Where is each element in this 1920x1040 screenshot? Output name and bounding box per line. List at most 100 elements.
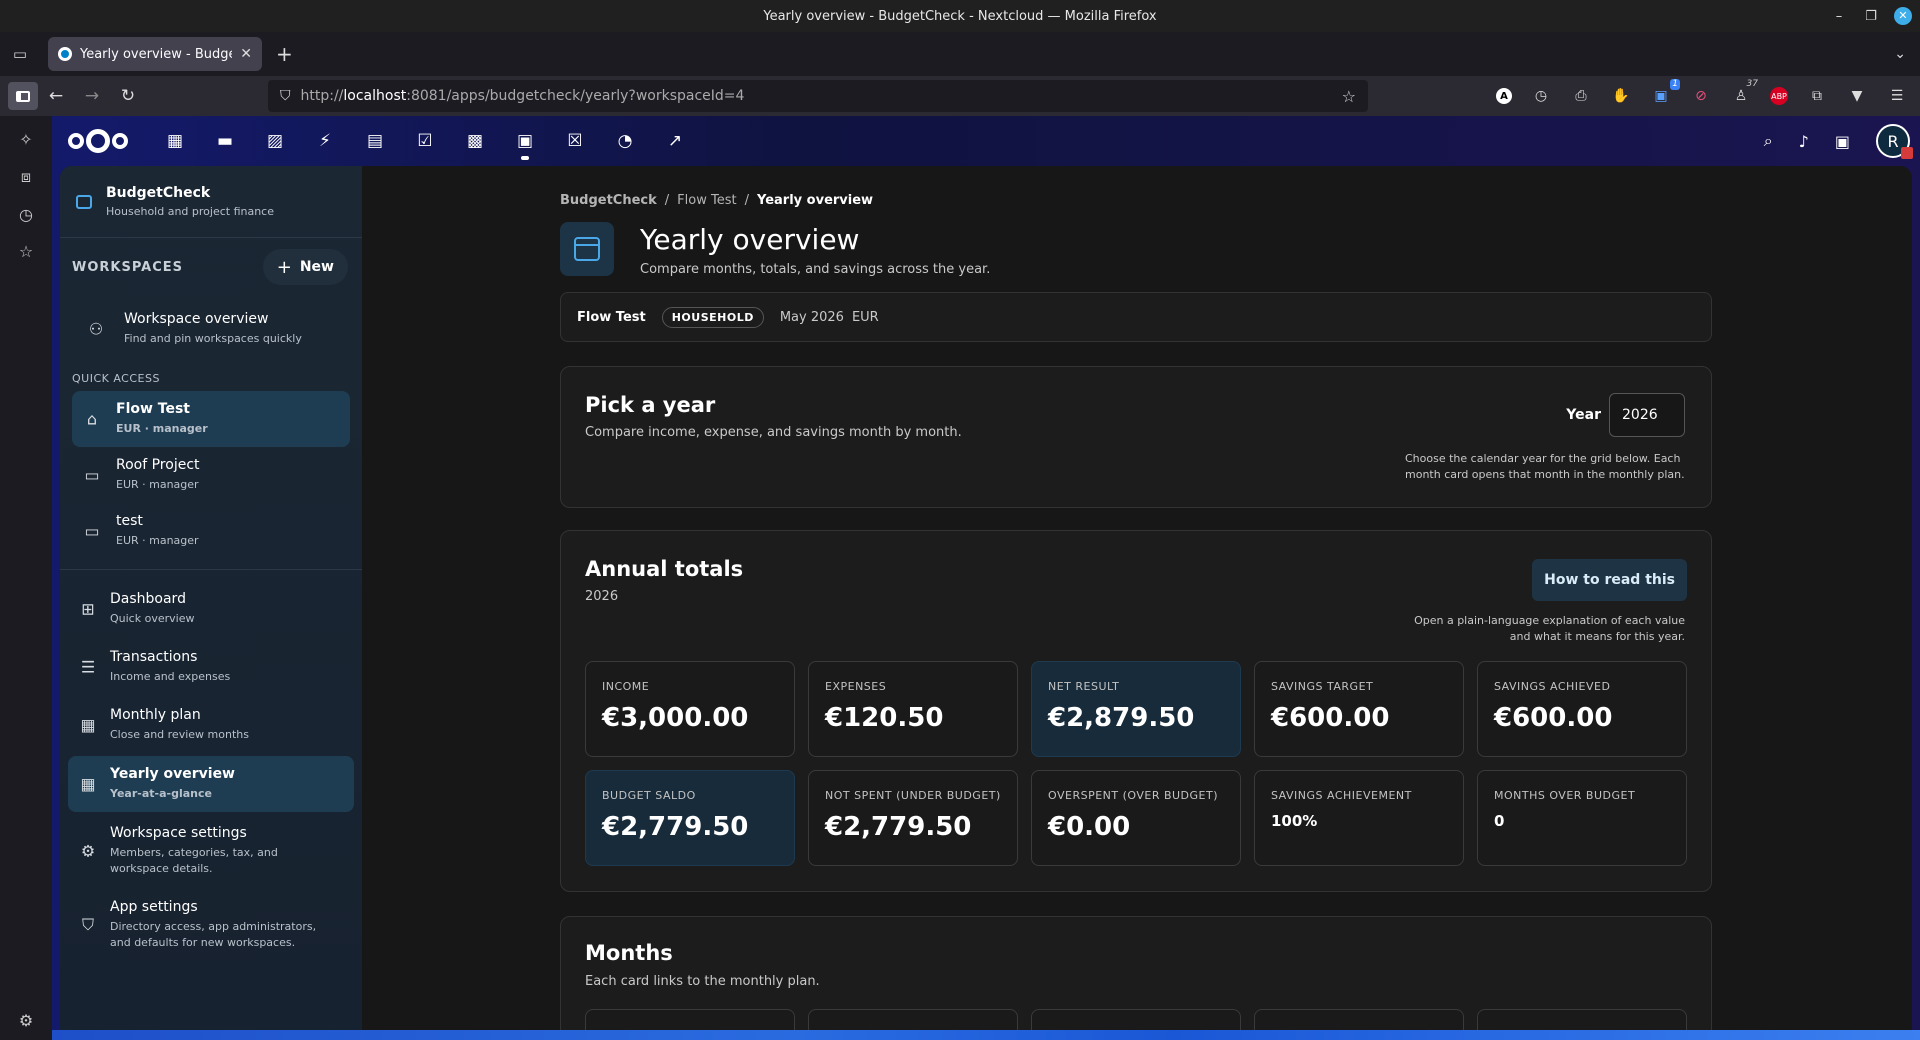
adblock-icon[interactable]: ABP <box>1770 87 1788 105</box>
print-icon[interactable]: ⎙ <box>1570 85 1592 107</box>
stat-overspent: OVERSPENT (OVER BUDGET) €0.00 <box>1031 770 1241 866</box>
window-controls: – ❐ ✕ <box>1830 0 1912 32</box>
sidebar-item-test[interactable]: ▭ test EUR · manager <box>72 503 350 559</box>
menu-hamburger-icon[interactable]: ☰ <box>1886 85 1908 107</box>
breadcrumb-app[interactable]: BudgetCheck <box>560 193 657 208</box>
briefcase-icon: ▭ <box>84 465 100 485</box>
history-icon[interactable]: ◷ <box>15 205 37 224</box>
calendar-clock-icon: ▦ <box>80 774 96 794</box>
checklist-app-icon[interactable]: ☒ <box>550 116 600 166</box>
grid-icon: ⊞ <box>81 599 95 619</box>
sidebar-item-yearly-overview[interactable]: ▦ Yearly overview Year-at-a-glance <box>68 756 354 812</box>
pick-year-card: Pick a year Compare income, expense, and… <box>560 366 1712 508</box>
tab-list-icon[interactable]: ▭ <box>0 45 40 63</box>
month-card[interactable] <box>808 1009 1018 1030</box>
extension-clock-icon[interactable]: ◷ <box>1530 85 1552 107</box>
year-input[interactable] <box>1609 393 1685 437</box>
months-card: Months Each card links to the monthly pl… <box>560 916 1712 1030</box>
bookmarks-icon[interactable]: ☆ <box>15 242 37 261</box>
deck-app-icon[interactable]: ▩ <box>450 116 500 166</box>
browser-tabbar: ▭ Yearly overview - BudgetCh ✕ + ⌄ <box>0 32 1920 76</box>
search-icon[interactable]: ⌕ <box>1764 131 1773 151</box>
files-app-icon[interactable]: ▬ <box>200 116 250 166</box>
extension-person-icon[interactable]: ♙ 37 <box>1730 79 1758 107</box>
app-brand: BudgetCheck Household and project financ… <box>60 166 362 238</box>
shield-icon[interactable]: ⛉ <box>280 88 291 104</box>
workspaces-header: WORKSPACES + New <box>60 238 362 296</box>
back-icon[interactable]: ← <box>38 86 74 106</box>
sidebar-item-transactions[interactable]: ☰ Transactions Income and expenses <box>68 638 354 696</box>
sidebar-item-app-settings[interactable]: ⛉ App settings Directory access, app adm… <box>68 888 354 962</box>
avatar[interactable]: R <box>1876 124 1913 159</box>
app-menu: ▦ ▬ ▨ ⚡ ▤ ☑ ▩ ▣ ☒ ◔ ↗ <box>150 116 700 166</box>
month-card[interactable] <box>1031 1009 1241 1030</box>
calendar-icon: ▦ <box>80 715 96 735</box>
close-window-icon[interactable]: ✕ <box>1894 7 1912 25</box>
background-wave <box>52 1030 1920 1040</box>
minimize-icon[interactable]: – <box>1830 9 1848 24</box>
new-tab-icon[interactable]: + <box>276 42 293 66</box>
dashboard-app-icon[interactable]: ▦ <box>150 116 200 166</box>
months-title: Months <box>585 941 673 965</box>
bookmark-star-icon[interactable]: ☆ <box>1342 87 1356 106</box>
app-tagline: Household and project finance <box>106 205 275 218</box>
sidebar-item-monthly-plan[interactable]: ▦ Monthly plan Close and review months <box>68 696 354 754</box>
sidebar-item-flow-test[interactable]: ⌂ Flow Test EUR · manager <box>72 391 350 447</box>
extensions-puzzle-icon[interactable]: ⧉ <box>1806 85 1828 107</box>
month-card[interactable] <box>1477 1009 1687 1030</box>
pick-year-title: Pick a year <box>585 393 716 417</box>
stat-not-spent: NOT SPENT (UNDER BUDGET) €2,779.50 <box>808 770 1018 866</box>
sidebar-item-workspace-overview[interactable]: ⚇ Workspace overview Find and pin worksp… <box>68 300 354 358</box>
time-app-icon[interactable]: ◔ <box>600 116 650 166</box>
url-text[interactable]: http://localhost:8081/apps/budgetcheck/y… <box>301 88 745 104</box>
photos-app-icon[interactable]: ▨ <box>250 116 300 166</box>
breadcrumb-workspace[interactable]: Flow Test <box>677 193 736 208</box>
gear-icon: ⚙ <box>80 841 96 861</box>
months-subtitle: Each card links to the monthly plan. <box>585 974 820 989</box>
extension-block-icon[interactable]: ⊘ <box>1690 85 1712 107</box>
activity-app-icon[interactable]: ⚡ <box>300 116 350 166</box>
briefcase-icon: ▭ <box>84 521 100 541</box>
budgetcheck-app-icon[interactable]: ▣ <box>500 116 550 166</box>
customize-sidebar-gear-icon[interactable]: ⚙ <box>15 1011 37 1030</box>
notifications-bell-icon[interactable]: ♪ <box>1799 132 1809 151</box>
calendar-app-icon[interactable]: ▤ <box>350 116 400 166</box>
forward-icon[interactable]: → <box>74 86 110 106</box>
nextcloud-header: ▦ ▬ ▨ ⚡ ▤ ☑ ▩ ▣ ☒ ◔ ↗ ⌕ ♪ ▣ R <box>52 116 1920 166</box>
extension-container-icon[interactable]: ▣ 1 <box>1650 79 1680 107</box>
sidebar-toggle-icon[interactable] <box>8 82 38 110</box>
nextcloud-logo[interactable] <box>68 127 132 155</box>
workspaces-label: WORKSPACES <box>72 259 184 275</box>
plus-icon: + <box>276 256 292 278</box>
analytics-app-icon[interactable]: ↗ <box>650 116 700 166</box>
month-card[interactable] <box>1254 1009 1464 1030</box>
close-tab-icon[interactable]: ✕ <box>240 46 252 62</box>
chevron-down-icon[interactable]: ⌄ <box>1894 46 1906 62</box>
tasks-app-icon[interactable]: ☑ <box>400 116 450 166</box>
breadcrumb: BudgetCheck / Flow Test / Yearly overvie… <box>560 193 874 208</box>
how-to-read-button[interactable]: How to read this <box>1532 559 1687 601</box>
synced-tabs-icon[interactable]: ⧈ <box>15 167 37 187</box>
ai-sparkle-icon[interactable]: ✧ <box>15 130 37 149</box>
extension-red-hand-icon[interactable]: ✋ <box>1610 85 1632 107</box>
app-name: BudgetCheck <box>106 185 211 201</box>
extension-a-icon[interactable]: A <box>1496 88 1512 104</box>
contacts-icon[interactable]: ▣ <box>1835 132 1850 151</box>
header-right: ⌕ ♪ ▣ R <box>1764 116 1913 166</box>
sidebar-item-roof-project[interactable]: ▭ Roof Project EUR · manager <box>72 447 350 503</box>
extensions-toolbar: A ◷ ⎙ ✋ ▣ 1 ⊘ ♙ 37 ABP ⧉ ▼ ☰ <box>1496 76 1908 116</box>
sidebar-item-workspace-settings[interactable]: ⚙ Workspace settings Members, categories… <box>68 814 354 888</box>
context-workspace: Flow Test <box>577 309 646 325</box>
browser-tab[interactable]: Yearly overview - BudgetCh ✕ <box>48 37 262 71</box>
new-workspace-button[interactable]: + New <box>262 249 348 285</box>
month-card[interactable] <box>585 1009 795 1030</box>
extension-v-icon[interactable]: ▼ <box>1846 85 1868 107</box>
reload-icon[interactable]: ↻ <box>110 86 146 106</box>
tab-title: Yearly overview - BudgetCh <box>80 46 232 62</box>
url-bar[interactable]: ⛉ http://localhost:8081/apps/budgetcheck… <box>268 80 1368 112</box>
workspace-type-badge: HOUSEHOLD <box>661 306 764 328</box>
restore-icon[interactable]: ❐ <box>1862 9 1880 24</box>
sidebar-item-dashboard[interactable]: ⊞ Dashboard Quick overview <box>68 580 354 638</box>
pick-year-subtitle: Compare income, expense, and savings mon… <box>585 425 962 440</box>
nextcloud-app: ▦ ▬ ▨ ⚡ ▤ ☑ ▩ ▣ ☒ ◔ ↗ ⌕ ♪ ▣ R BudgetChec… <box>52 116 1920 1040</box>
